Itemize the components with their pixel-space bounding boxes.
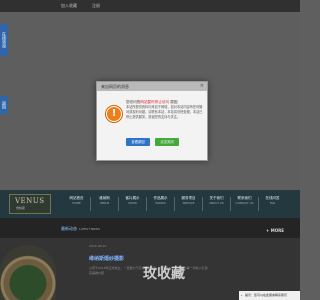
top-utility-bar: 加入收藏 注册 xyxy=(0,0,300,12)
news-item-title[interactable]: 维纳斯婚纱摄影 xyxy=(89,255,124,262)
nav-item-works[interactable]: 作品展示 WORKS xyxy=(150,196,171,212)
online-service-tab[interactable]: 在线咨询 xyxy=(0,24,8,56)
nav-divider xyxy=(258,197,259,211)
nav-item-venus[interactable]: 维纳斯 VENUS xyxy=(94,196,115,212)
nav-divider xyxy=(146,197,147,211)
chat-dot-icon xyxy=(241,295,242,296)
dialog-close-icon[interactable]: × xyxy=(200,83,204,89)
nav-item-about[interactable]: 关于我们 ABOUT US xyxy=(206,196,227,212)
message-dialog: 来自网页的消息 × ! 您访问的网站暂时停止访问 原因 本站所提供资料均来自于网… xyxy=(96,81,208,161)
venus-logo[interactable]: VENUS 维纳斯 xyxy=(9,194,51,214)
more-link[interactable]: + MORE xyxy=(266,228,284,233)
nav-divider xyxy=(174,197,175,211)
nav-divider xyxy=(202,197,203,211)
news-date: 2016-08-10 xyxy=(89,244,107,248)
dialog-body: 本站所提供资料均来自于网络，如对本站内容有任何疑问或权利问题，请联系本站，本站将… xyxy=(126,105,203,119)
nav-item-show[interactable]: 客片展示 SHOW xyxy=(122,196,143,212)
nav-item-contact[interactable]: 联系我们 CONTACT US xyxy=(234,196,255,212)
view-reason-button[interactable]: 查看原因 xyxy=(126,138,150,146)
wedding-photo-thumbnail[interactable] xyxy=(0,245,56,300)
watermark-text: 玫收藏 xyxy=(143,266,185,282)
logo-text: VENUS xyxy=(15,197,45,205)
dialog-message: 您访问的网站暂时停止访问 原因 本站所提供资料均来自于网络，如对本站内容有任何疑… xyxy=(126,100,203,120)
news-section-header: 最新动态 LATEST NEWS + MORE xyxy=(0,218,300,238)
close-button[interactable]: 点击关闭 xyxy=(155,138,179,146)
news-content: 2016-08-10 维纳斯婚纱摄影 公司于2016年正式成立，一直致力于高端婚… xyxy=(0,238,300,300)
nav-item-faq[interactable]: 在线问答 FAQ xyxy=(262,196,283,212)
favorite-link[interactable]: 加入收藏 xyxy=(61,3,77,9)
message-float-box[interactable]: 提示：您可以在此留言联系我们 xyxy=(239,291,300,300)
register-link[interactable]: 注册 xyxy=(92,3,100,9)
nav-item-service[interactable]: 服务项目 SERVICE xyxy=(178,196,199,212)
nav-divider xyxy=(230,197,231,211)
nav-item-home[interactable]: 网站首页 HOME xyxy=(66,196,87,212)
logo-subtitle: 维纳斯 xyxy=(16,206,26,210)
news-subtitle: LATEST NEWS xyxy=(79,227,100,231)
nav-divider xyxy=(118,197,119,211)
news-title: 最新动态 LATEST NEWS xyxy=(61,226,100,231)
nav-divider xyxy=(90,197,91,211)
warning-icon: ! xyxy=(106,106,122,122)
back-top-tab[interactable]: 返回 xyxy=(0,96,8,114)
brand-navigation: VENUS 维纳斯 网站首页 HOME 维纳斯 VENUS 客片展示 SHOW 作品展… xyxy=(0,190,300,218)
dialog-title: 来自网页的消息 xyxy=(97,82,207,91)
